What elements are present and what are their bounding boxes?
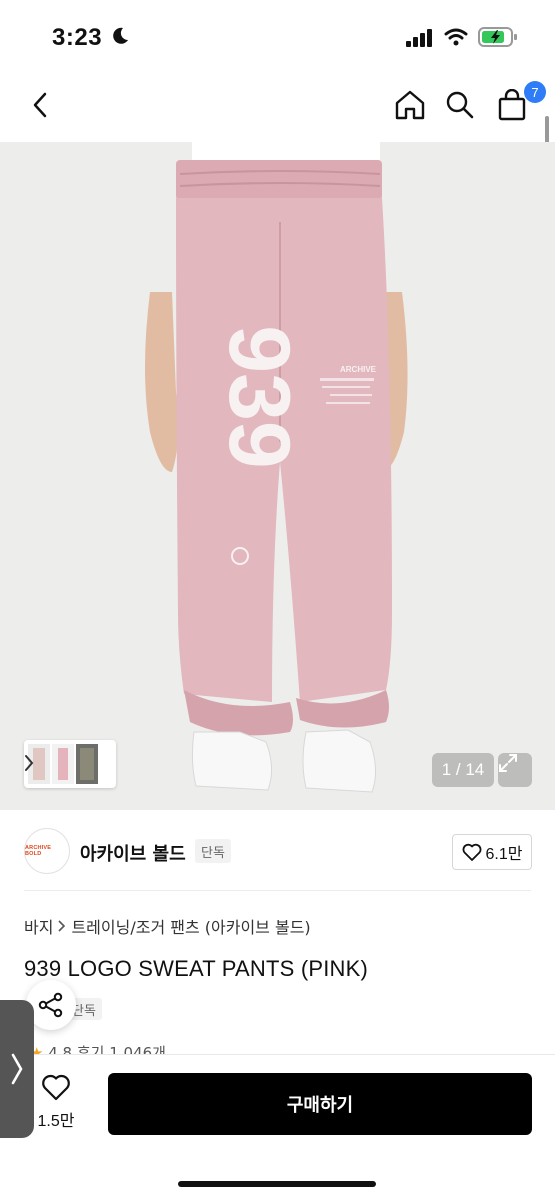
chevron-right-icon <box>25 755 34 771</box>
home-button[interactable] <box>392 86 428 124</box>
top-nav: 7 <box>0 72 555 138</box>
cart-button[interactable]: 7 <box>494 81 546 124</box>
expand-button[interactable] <box>498 753 532 787</box>
heart-icon <box>42 1074 70 1101</box>
brand-like-count: 6.1만 <box>485 846 523 863</box>
heart-icon <box>462 843 481 861</box>
product-photo: 939 ARCHIVE <box>0 142 555 810</box>
status-time: 3:23 <box>52 24 103 51</box>
battery-icon <box>478 27 517 47</box>
home-indicator <box>178 1181 376 1187</box>
signal-icon <box>406 29 432 47</box>
divider <box>24 890 531 891</box>
moon-icon <box>113 27 128 44</box>
wishlist-count: 1.5만 <box>37 1113 75 1130</box>
cart-count-badge: 7 <box>524 81 546 103</box>
image-counter: 1 / 14 <box>432 753 494 787</box>
chevron-left-icon <box>33 92 47 118</box>
chevron-right-icon <box>11 1053 23 1085</box>
brand-name[interactable]: 아카이브 볼드 <box>80 840 186 866</box>
side-drawer-handle[interactable] <box>0 1000 34 1138</box>
brand-like-button[interactable]: 6.1만 <box>452 834 532 870</box>
share-icon <box>38 992 63 1018</box>
brand-logo[interactable]: ARCHIVE BOLD <box>24 828 70 874</box>
expand-icon <box>499 754 517 772</box>
chevron-right-icon <box>58 920 66 932</box>
buy-button[interactable]: 구매하기 <box>108 1073 532 1135</box>
shopping-bag-icon <box>498 89 526 121</box>
home-icon <box>395 90 425 120</box>
wishlist-button[interactable]: 1.5만 <box>34 1073 78 1131</box>
back-button[interactable] <box>22 86 58 124</box>
breadcrumb: 바지 트레이닝/조거 팬츠 (아카이브 볼드) <box>24 914 311 938</box>
search-button[interactable] <box>442 86 478 124</box>
print-archive-text: ARCHIVE <box>340 365 377 374</box>
product-title: 939 LOGO SWEAT PANTS (PINK) <box>24 956 369 981</box>
product-image-gallery[interactable]: 939 ARCHIVE 1 / 14 <box>0 142 555 810</box>
search-icon <box>446 91 474 119</box>
breadcrumb-subcategory[interactable]: 트레이닝/조거 팬츠 (아카이브 볼드) <box>71 914 310 938</box>
wifi-icon <box>444 28 468 46</box>
breadcrumb-category[interactable]: 바지 <box>24 914 53 938</box>
brand-row: ARCHIVE BOLD 아카이브 볼드 단독 6.1만 <box>0 826 555 890</box>
thumbnail-images <box>28 744 98 784</box>
thumbnail-strip[interactable] <box>24 740 116 788</box>
status-bar: 3:23 <box>0 0 555 72</box>
bottom-action-bar: 1.5만 구매하기 <box>0 1054 555 1201</box>
print-939: 939 <box>211 325 307 469</box>
brand-exclusive-badge: 단독 <box>195 839 231 863</box>
